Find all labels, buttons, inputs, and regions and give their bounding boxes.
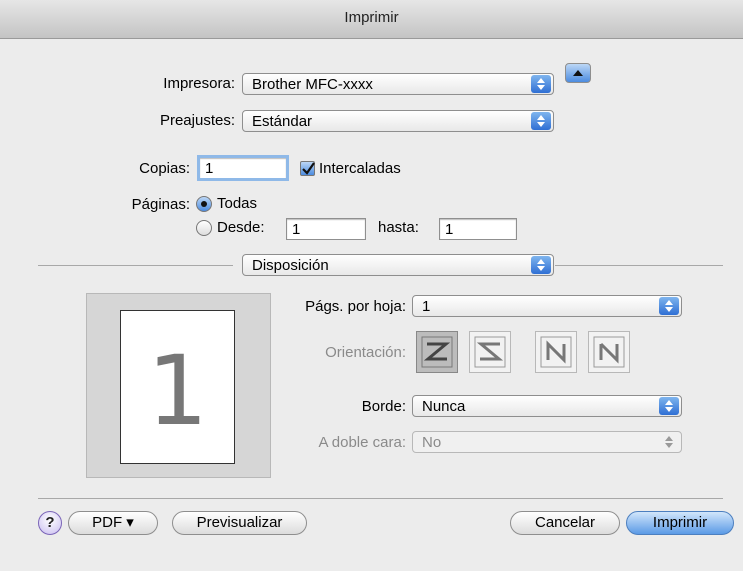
section-separator-right [555,265,723,266]
disclosure-triangle-icon [573,70,583,76]
section-value: Disposición [252,257,329,274]
pages-to-value: 1 [445,221,454,238]
print-dialog: Imprimir Impresora: Brother MFC-xxxx Pre… [0,0,743,571]
reverse-z-order-icon [474,336,506,368]
reverse-n-order-icon [593,336,625,368]
pages-per-sheet-popup[interactable]: 1 [412,295,682,317]
pages-range-radio[interactable] [196,220,212,236]
orientation-reverse-n-button[interactable] [588,331,630,373]
duplex-value: No [422,434,442,451]
n-order-icon [540,336,572,368]
border-label: Borde: [361,398,406,415]
printer-value: Brother MFC-xxxx [252,76,373,93]
orientation-n-button[interactable] [535,331,577,373]
popup-arrows-icon [659,433,679,451]
duplex-label: A doble cara: [318,434,406,451]
orientation-label: Orientación: [325,344,406,361]
help-button[interactable]: ? [38,511,62,535]
pdf-menu-button[interactable]: PDF ▾ [68,511,158,535]
duplex-popup[interactable]: No [412,431,682,453]
preview-page: 1 [120,310,235,464]
presets-label: Preajustes: [159,112,235,129]
footer-separator [38,498,723,499]
print-button[interactable]: Imprimir [626,511,734,535]
preview-page-number: 1 [146,335,209,447]
border-value: Nunca [422,398,466,415]
layout-preview: 1 [86,293,271,478]
pages-from-label: Desde: [217,219,265,236]
presets-popup[interactable]: Estándar [242,110,554,132]
printer-popup[interactable]: Brother MFC-xxxx [242,73,554,95]
pages-per-sheet-label: Págs. por hoja: [305,298,406,315]
popup-arrows-icon [659,397,679,415]
expand-dialog-button[interactable] [565,63,591,83]
cancel-button[interactable]: Cancelar [510,511,620,535]
orientation-z-button[interactable] [416,331,458,373]
window-title: Imprimir [344,9,399,26]
collate-label: Intercaladas [319,160,401,177]
popup-arrows-icon [531,75,551,93]
pages-from-field[interactable]: 1 [286,218,366,240]
collate-checkbox[interactable] [300,161,315,176]
pages-per-sheet-value: 1 [422,298,431,315]
z-order-icon [421,336,453,368]
popup-arrows-icon [531,112,551,130]
pages-all-radio[interactable] [196,196,212,212]
orientation-reverse-z-button[interactable] [469,331,511,373]
copies-field[interactable]: 1 [197,155,289,181]
presets-value: Estándar [252,113,313,130]
section-popup[interactable]: Disposición [242,254,554,276]
preview-button[interactable]: Previsualizar [172,511,307,535]
popup-arrows-icon [531,256,551,274]
pages-label: Páginas: [131,196,190,213]
pages-all-label: Todas [217,195,258,212]
section-separator-left [38,265,233,266]
copies-value: 1 [205,160,214,177]
checkmark-icon [302,162,315,175]
pages-from-value: 1 [292,221,301,238]
title-bar: Imprimir [0,0,743,39]
printer-label: Impresora: [163,75,235,92]
copies-label: Copias: [139,160,190,177]
pages-to-label: hasta: [378,219,419,236]
popup-arrows-icon [659,297,679,315]
border-popup[interactable]: Nunca [412,395,682,417]
pages-to-field[interactable]: 1 [439,218,517,240]
